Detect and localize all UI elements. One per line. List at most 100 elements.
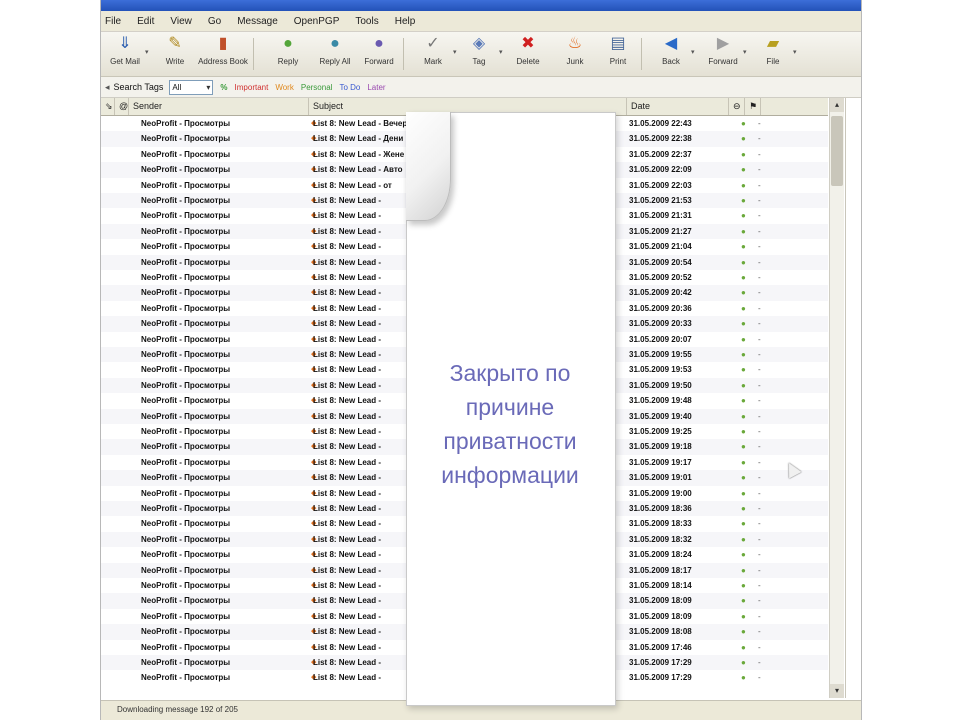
- message-date: 31.05.2009 19:01: [629, 473, 692, 483]
- toolbar-button-forward[interactable]: ● Forward: [357, 34, 401, 74]
- write-icon: ✎: [168, 35, 182, 52]
- message-sender: NeoProfit - Просмотры: [141, 427, 231, 436]
- menu-item[interactable]: Go: [208, 16, 221, 27]
- junk-status-icon: ●: [741, 658, 746, 667]
- print-icon: ▤: [610, 35, 626, 52]
- junk-column-icon[interactable]: ⊖: [729, 98, 745, 115]
- message-sender: NeoProfit - Просмотры: [141, 534, 231, 544]
- scroll-up-icon[interactable]: ▴: [830, 98, 844, 112]
- attachment-column-icon[interactable]: @: [115, 98, 129, 115]
- page-curl-decoration: [406, 112, 451, 221]
- preview-pane-edge: [845, 98, 861, 698]
- address-book-icon: ▮: [218, 35, 228, 52]
- privacy-overlay-text: Закрыто по причине приватности информации: [406, 356, 614, 492]
- tag-filter-important[interactable]: Important: [235, 83, 269, 92]
- toolbar-button-mark[interactable]: ✓ Mark: [411, 34, 455, 74]
- toolbar-button-label: Address Book: [198, 57, 248, 66]
- dropdown-arrow-icon[interactable]: ▾: [691, 48, 695, 56]
- junk-status-icon: ●: [741, 565, 746, 575]
- dropdown-arrow-icon[interactable]: ▾: [743, 48, 747, 56]
- tag-filter-later[interactable]: Later: [367, 83, 385, 92]
- flag-status-icon: -: [758, 504, 761, 513]
- menu-item[interactable]: Edit: [137, 16, 154, 27]
- tag-filter-work[interactable]: Work: [275, 83, 294, 92]
- message-sender: NeoProfit - Просмотры: [141, 550, 231, 560]
- toolbar-button-get-mail[interactable]: ⇓ Get Mail: [103, 34, 147, 74]
- toolbar-button-label: Reply All: [319, 57, 351, 66]
- toolbar-button-label: Junk: [566, 57, 584, 66]
- junk-status-icon: ●: [741, 457, 746, 467]
- flag-status-icon: -: [758, 380, 761, 390]
- scroll-down-icon[interactable]: ▾: [830, 684, 844, 698]
- flag-status-icon: -: [758, 411, 761, 421]
- junk-status-icon: ●: [741, 473, 746, 483]
- message-date: 31.05.2009 19:55: [629, 350, 692, 359]
- flag-status-icon: -: [758, 611, 761, 621]
- dropdown-arrow-icon[interactable]: ▾: [145, 48, 149, 56]
- column-picker[interactable]: [761, 98, 828, 115]
- message-date: 31.05.2009 19:40: [629, 411, 692, 421]
- filter-toggle-icon[interactable]: ◂: [105, 82, 110, 93]
- message-sender: NeoProfit - Просмотры: [141, 581, 231, 590]
- junk-status-icon: ●: [741, 334, 746, 344]
- toolbar-button-forward[interactable]: ▶ Forward: [701, 34, 745, 74]
- message-list-scrollbar[interactable]: ▴ ▾: [829, 98, 844, 698]
- scroll-thumb[interactable]: [831, 116, 843, 186]
- message-sender: NeoProfit - Просмотры: [141, 627, 231, 637]
- toolbar-button-label: Forward: [708, 57, 738, 66]
- flag-status-icon: -: [758, 149, 761, 159]
- message-sender: NeoProfit - Просмотры: [141, 196, 231, 205]
- message-date: 31.05.2009 21:31: [629, 211, 692, 221]
- message-sender: NeoProfit - Просмотры: [141, 180, 231, 190]
- menu-item[interactable]: File: [105, 16, 121, 27]
- toolbar-button-print[interactable]: ▤ Print: [596, 34, 640, 74]
- dropdown-arrow-icon[interactable]: ▾: [793, 48, 797, 56]
- message-date: 31.05.2009 20:54: [629, 257, 692, 267]
- toolbar-button-label: Get Mail: [110, 57, 140, 66]
- toolbar-button-label: Back: [662, 57, 680, 66]
- message-date: 31.05.2009 18:09: [629, 596, 692, 606]
- forward-nav-icon: ▶: [716, 35, 730, 52]
- junk-status-icon: ●: [741, 196, 746, 205]
- menu-item[interactable]: Message: [237, 16, 278, 27]
- menu-item[interactable]: Help: [395, 16, 416, 27]
- message-date: 31.05.2009 18:14: [629, 581, 692, 590]
- get-mail-icon: ⇓: [118, 35, 132, 52]
- tag-add-icon[interactable]: %: [220, 83, 227, 92]
- toolbar-button-junk[interactable]: ♨ Junk: [553, 34, 597, 74]
- column-date[interactable]: Date: [627, 98, 729, 115]
- junk-status-icon: ●: [741, 519, 746, 529]
- menu-item[interactable]: Tools: [355, 16, 378, 27]
- message-sender: NeoProfit - Просмотры: [141, 334, 231, 344]
- dropdown-arrow-icon[interactable]: ▾: [499, 48, 503, 56]
- toolbar-button-address-book[interactable]: ▮ Address Book: [198, 34, 248, 74]
- junk-status-icon: ●: [741, 226, 746, 236]
- menu-item[interactable]: OpenPGP: [294, 16, 340, 27]
- junk-status-icon: ●: [741, 534, 746, 544]
- dropdown-arrow-icon[interactable]: ▾: [453, 48, 457, 56]
- tag-filter-to-do[interactable]: To Do: [339, 83, 360, 92]
- message-date: 31.05.2009 19:50: [629, 380, 692, 390]
- column-sender[interactable]: Sender: [129, 98, 309, 115]
- message-date: 31.05.2009 20:33: [629, 319, 692, 329]
- message-date: 31.05.2009 19:18: [629, 442, 692, 452]
- message-sender: NeoProfit - Просмотры: [141, 134, 231, 144]
- menu-item[interactable]: View: [170, 16, 192, 27]
- toolbar-button-reply[interactable]: ● Reply: [266, 34, 310, 74]
- toolbar-button-write[interactable]: ✎ Write: [153, 34, 197, 74]
- flag-status-icon: -: [758, 396, 761, 406]
- tag-filter-personal[interactable]: Personal: [301, 83, 333, 92]
- message-sender: NeoProfit - Просмотры: [141, 658, 231, 667]
- toolbar-button-delete[interactable]: ✖ Delete: [506, 34, 550, 74]
- flag-column-icon[interactable]: ⚑: [745, 98, 761, 115]
- toolbar-button-file[interactable]: ▰ File: [751, 34, 795, 74]
- message-date: 31.05.2009 18:17: [629, 565, 692, 575]
- thread-column-icon[interactable]: ⇘: [101, 98, 115, 115]
- message-date: 31.05.2009 20:52: [629, 273, 692, 282]
- toolbar-button-back[interactable]: ◀ Back: [649, 34, 693, 74]
- junk-status-icon: ●: [741, 165, 746, 175]
- tag-select[interactable]: All: [169, 79, 214, 95]
- message-sender: NeoProfit - Просмотры: [141, 242, 231, 252]
- toolbar-button-tag[interactable]: ◈ Tag: [457, 34, 501, 74]
- toolbar-button-reply-all[interactable]: ● Reply All: [313, 34, 357, 74]
